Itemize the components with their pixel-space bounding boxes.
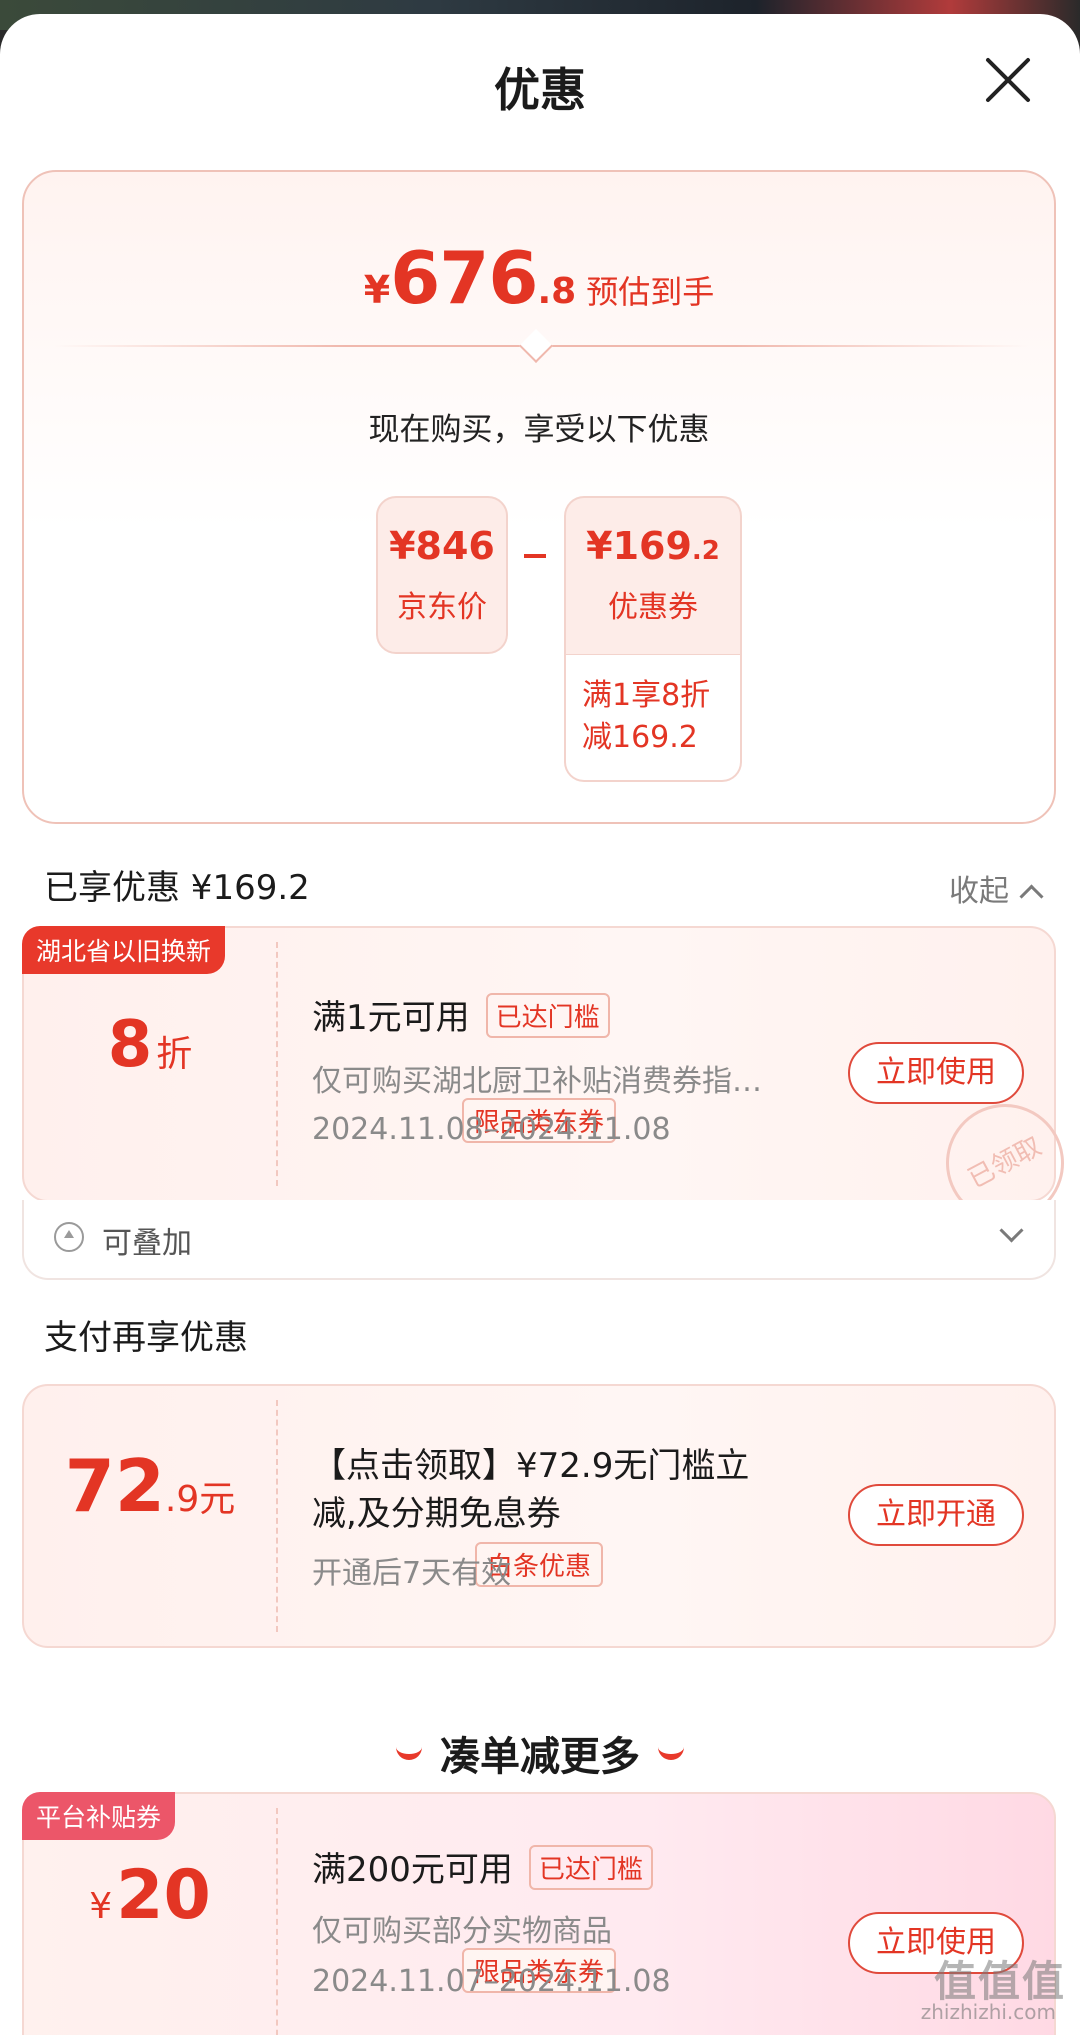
coupon-card-trade-in: 湖北省以旧换新 8折 限品类东券 满1元可用 已达门槛 仅可购买湖北厨卫补贴消费券… — [22, 926, 1080, 1243]
divider-notch — [519, 329, 553, 363]
jd-price-value: ¥846 — [389, 524, 495, 568]
estimated-price: ¥676.8 预估到手 — [24, 236, 1054, 320]
coupon-box: ¥169.2 优惠券 — [564, 496, 742, 654]
smile-icon — [396, 1742, 422, 1760]
stack-icon — [54, 1222, 84, 1252]
threshold-badge: 已达门槛 — [485, 993, 610, 1038]
estimated-price-dec: .8 — [537, 271, 577, 312]
baitiao-headline-1: 【点击领取】¥72.9无门槛立 — [312, 1446, 750, 1486]
coupon-dates: 2024.11.08–2024.11.08 — [312, 1112, 671, 1147]
coupon-card-baitiao: 72.9元 白条优惠 【点击领取】¥72.9无门槛立 减,及分期免息券 开通后7… — [22, 1384, 1056, 1648]
chevron-down-icon — [999, 1218, 1024, 1243]
coupon-separator — [276, 1400, 278, 1632]
estimated-price-label: 预估到手 — [586, 273, 715, 311]
platform-coupon-description: 仅可购买部分实物商品 — [312, 1914, 612, 1949]
platform-coupon-headline-text: 满200元可用 — [312, 1850, 513, 1890]
coupon-box-value-dec: .2 — [691, 536, 720, 566]
coupon-detail-line-2: 减169.2 — [582, 720, 698, 755]
baitiao-value: 72.9元 — [24, 1444, 276, 1528]
watermark-url: zhizhizhi.com — [920, 2000, 1056, 2024]
payment-section-title: 支付再享优惠 — [44, 1318, 248, 1358]
close-icon[interactable] — [980, 52, 1036, 108]
baitiao-value-int: 72 — [64, 1444, 165, 1528]
estimated-price-int: 676 — [390, 236, 538, 320]
coupon-headline-text: 满1元可用 — [312, 998, 470, 1038]
coupon-separator — [276, 942, 278, 1186]
chevron-up-icon — [1019, 884, 1044, 909]
enjoyed-section-title: 已享优惠 ¥169.2 — [44, 868, 310, 908]
jd-price-label: 京东价 — [397, 590, 487, 625]
coupon-tag: 平台补贴券 — [22, 1792, 176, 1840]
baitiao-headline-2: 减,及分期免息券 — [312, 1494, 561, 1534]
coupon-separator — [276, 1808, 278, 2035]
coupon-box-value: ¥169.2 — [566, 524, 740, 568]
platform-coupon-dates: 2024.11.07–2024.11.08 — [312, 1964, 671, 1999]
coupon-box-value-int: ¥169 — [586, 524, 692, 568]
currency-symbol: ¥ — [363, 268, 391, 312]
smile-icon — [658, 1742, 684, 1760]
more-savings-title: 凑单减更多 — [440, 1734, 640, 1780]
coupon-box-detail: 满1享8折 减169.2 — [564, 654, 742, 782]
use-now-button[interactable]: 立即使用 — [848, 1042, 1024, 1104]
coupon-card-platform: 平台补贴券 ¥20 限品类东券 满200元可用 已达门槛 仅可购买部分实物商品 2… — [22, 1792, 1056, 2035]
coupon-discount-unit: 折 — [156, 1034, 193, 1075]
activate-now-button[interactable]: 立即开通 — [848, 1484, 1024, 1546]
coupon-description: 仅可购买湖北厨卫补贴消费券指… — [312, 1064, 762, 1099]
minus-sign — [524, 554, 546, 558]
coupon-discount-value: 8 — [107, 1008, 153, 1082]
collapse-toggle[interactable]: 收起 — [949, 866, 1044, 910]
page: 优惠 ¥676.8 预估到手 现在购买，享受以下优惠 ¥846 京东价 ¥169.… — [0, 0, 1080, 2035]
jd-price-box: ¥846 京东价 — [376, 496, 508, 654]
offers-sheet: 优惠 ¥676.8 预估到手 现在购买，享受以下优惠 ¥846 京东价 ¥169.… — [0, 14, 1080, 2035]
baitiao-description: 开通后7天有效 — [312, 1556, 512, 1591]
threshold-badge: 已达门槛 — [528, 1845, 653, 1890]
stackable-row[interactable]: 可叠加 — [22, 1200, 1056, 1280]
baitiao-value-dec: .9元 — [164, 1479, 236, 1520]
more-savings-heading: 凑单减更多 — [0, 1724, 1080, 1782]
platform-coupon-headline: 满200元可用 已达门槛 — [312, 1842, 653, 1894]
coupon-box-label: 优惠券 — [608, 590, 698, 625]
coupon-headline: 满1元可用 已达门槛 — [312, 990, 610, 1042]
collapse-label: 收起 — [949, 874, 1009, 909]
stackable-label: 可叠加 — [102, 1226, 192, 1261]
coupon-discount: 8折 — [24, 1008, 276, 1082]
price-summary-card: ¥676.8 预估到手 现在购买，享受以下优惠 ¥846 京东价 ¥169.2 优… — [22, 170, 1056, 824]
coupon-tag: 湖北省以旧换新 — [22, 926, 226, 974]
summary-subtitle: 现在购买，享受以下优惠 — [368, 412, 710, 448]
sheet-title: 优惠 — [494, 63, 586, 117]
platform-coupon-value: ¥20 — [24, 1856, 276, 1935]
platform-coupon-currency: ¥ — [89, 1886, 113, 1927]
platform-coupon-amount: 20 — [116, 1856, 211, 1935]
coupon-detail-line-1: 满1享8折 — [582, 678, 711, 713]
